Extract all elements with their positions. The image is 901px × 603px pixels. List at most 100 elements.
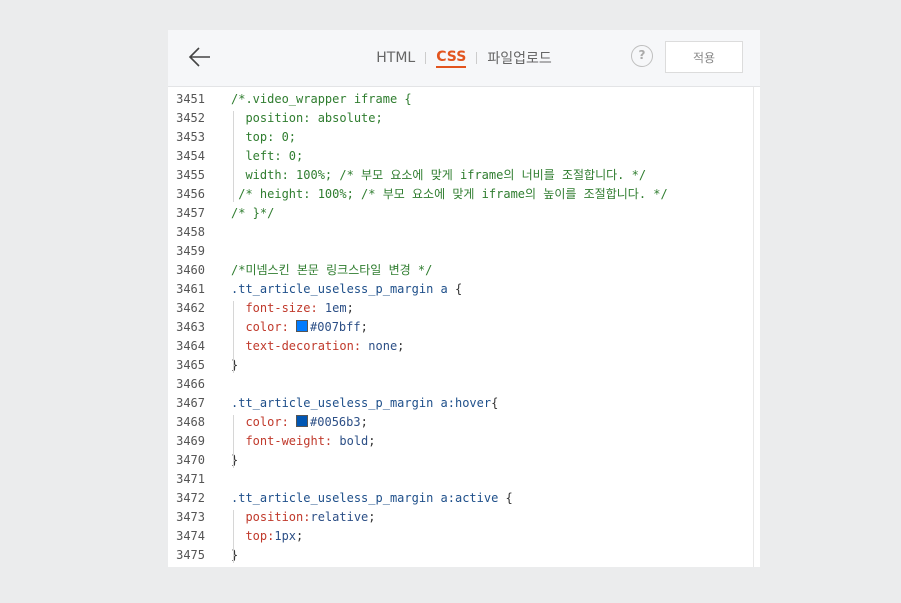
line-number: 3463 [176, 320, 205, 334]
line-number: 3462 [176, 301, 205, 315]
color-swatch[interactable] [296, 415, 309, 427]
code-line[interactable]: 3453 top: 0; [168, 128, 748, 147]
code-token: /* height: 100%; /* 부모 요소에 맞게 iframe의 높이… [231, 187, 668, 201]
line-number: 3464 [176, 339, 205, 353]
code-line[interactable]: 3457 /* }*/ [168, 204, 748, 223]
code-text: color: #007bff; [231, 318, 368, 337]
code-line[interactable]: 3468 color: #0056b3; [168, 413, 748, 432]
line-number: 3475 [176, 548, 205, 562]
line-number: 3459 [176, 244, 205, 258]
code-text: width: 100%; /* 부모 요소에 맞게 iframe의 너비를 조절… [231, 166, 646, 185]
code-text: top: 0; [231, 128, 296, 147]
code-line[interactable]: 3461 .tt_article_useless_p_margin a { [168, 280, 748, 299]
code-text: /* }*/ [231, 204, 274, 223]
code-token: /* }*/ [231, 206, 275, 220]
line-number: 3455 [176, 168, 205, 182]
code-editor[interactable]: 3451 /*.video_wrapper iframe {3452 positi… [168, 87, 760, 567]
line-number: 3465 [176, 358, 205, 372]
code-token: { [498, 491, 513, 505]
line-number: 3458 [176, 225, 205, 239]
code-line[interactable]: 3459 [168, 242, 748, 261]
code-text: /*.video_wrapper iframe { [231, 90, 412, 109]
code-text: top:1px; [231, 527, 303, 546]
code-text: font-size: 1em; [231, 299, 354, 318]
editor-header: HTML CSS 파일업로드 ? 적용 [168, 30, 760, 87]
color-swatch[interactable] [296, 320, 309, 332]
help-icon[interactable]: ? [631, 45, 653, 67]
code-token: ; [397, 339, 405, 353]
css-editor-panel: HTML CSS 파일업로드 ? 적용 3451 /*.video_wrapper… [168, 30, 760, 567]
code-token: top: [231, 529, 275, 543]
line-number: 3469 [176, 434, 205, 448]
code-line[interactable]: 3471 [168, 470, 748, 489]
line-number: 3471 [176, 472, 205, 486]
indent-guide [233, 111, 234, 202]
line-number: 3468 [176, 415, 205, 429]
code-token: { [491, 396, 499, 410]
code-token: bold [332, 434, 369, 448]
code-token: ; [360, 415, 368, 429]
code-token: color: [231, 320, 289, 334]
line-number: 3473 [176, 510, 205, 524]
scrollbar[interactable] [753, 87, 760, 567]
line-number: 3472 [176, 491, 205, 505]
code-token: ; [360, 320, 368, 334]
line-number: 3460 [176, 263, 205, 277]
code-line[interactable]: 3462 font-size: 1em; [168, 299, 748, 318]
code-line[interactable]: 3463 color: #007bff; [168, 318, 748, 337]
code-token: top: 0; [231, 130, 297, 144]
code-line[interactable]: 3473 position:relative; [168, 508, 748, 527]
code-line[interactable]: 3454 left: 0; [168, 147, 748, 166]
code-token: 1em [317, 301, 347, 315]
code-line[interactable]: 3455 width: 100%; /* 부모 요소에 맞게 iframe의 너… [168, 166, 748, 185]
code-line[interactable]: 3452 position: absolute; [168, 109, 748, 128]
code-token: ; [368, 510, 376, 524]
line-number: 3452 [176, 111, 205, 125]
code-line[interactable]: 3472 .tt_article_useless_p_margin a:activ… [168, 489, 748, 508]
code-token: ; [346, 301, 354, 315]
code-text: font-weight: bold; [231, 432, 376, 451]
tab-divider [425, 52, 427, 64]
line-number: 3454 [176, 149, 205, 163]
code-token: font-size: [231, 301, 318, 315]
code-line[interactable]: 3451 /*.video_wrapper iframe { [168, 90, 748, 109]
code-token: relative [310, 510, 369, 524]
code-token: ; [368, 434, 376, 448]
tab-css[interactable]: CSS [436, 49, 467, 68]
line-number: 3453 [176, 130, 205, 144]
code-token: #0056b3 [310, 415, 361, 429]
code-token: { [447, 282, 463, 296]
code-token: left: 0; [231, 149, 304, 163]
code-line[interactable]: 3464 text-decoration: none; [168, 337, 748, 356]
line-number: 3461 [176, 282, 205, 296]
code-line[interactable]: 3465} [168, 356, 748, 375]
code-line[interactable]: 3469 font-weight: bold; [168, 432, 748, 451]
code-token: /*미넴스킨 본문 링크스타일 변경 */ [231, 263, 433, 277]
code-line[interactable]: 3474 top:1px; [168, 527, 748, 546]
code-text: text-decoration: none; [231, 337, 404, 356]
code-text: position: absolute; [231, 109, 382, 128]
code-line[interactable]: 3475} [168, 546, 748, 565]
code-line[interactable]: 3460 /*미넴스킨 본문 링크스타일 변경 */ [168, 261, 748, 280]
tab-file-upload[interactable]: 파일업로드 [487, 48, 551, 68]
code-line[interactable]: 3470} [168, 451, 748, 470]
code-token: none [361, 339, 398, 353]
code-token: width: 100%; /* 부모 요소에 맞게 iframe의 너비를 조절… [231, 168, 647, 182]
code-text: /* height: 100%; /* 부모 요소에 맞게 iframe의 높이… [231, 185, 668, 204]
indent-guide [233, 301, 234, 373]
line-number: 3457 [176, 206, 205, 220]
code-token: color: [231, 415, 289, 429]
apply-button[interactable]: 적용 [665, 41, 743, 73]
code-line[interactable]: 3456 /* height: 100%; /* 부모 요소에 맞게 ifram… [168, 185, 748, 204]
indent-guide [233, 415, 234, 468]
code-line[interactable]: 3458 [168, 223, 748, 242]
code-token: #007bff [310, 320, 361, 334]
code-line[interactable]: 3467 .tt_article_useless_p_margin a:hover… [168, 394, 748, 413]
tab-html[interactable]: HTML [376, 50, 415, 66]
code-text: position:relative; [231, 508, 376, 527]
code-token: ; [296, 529, 304, 543]
code-line[interactable]: 3466 [168, 375, 748, 394]
line-number: 3470 [176, 453, 205, 467]
